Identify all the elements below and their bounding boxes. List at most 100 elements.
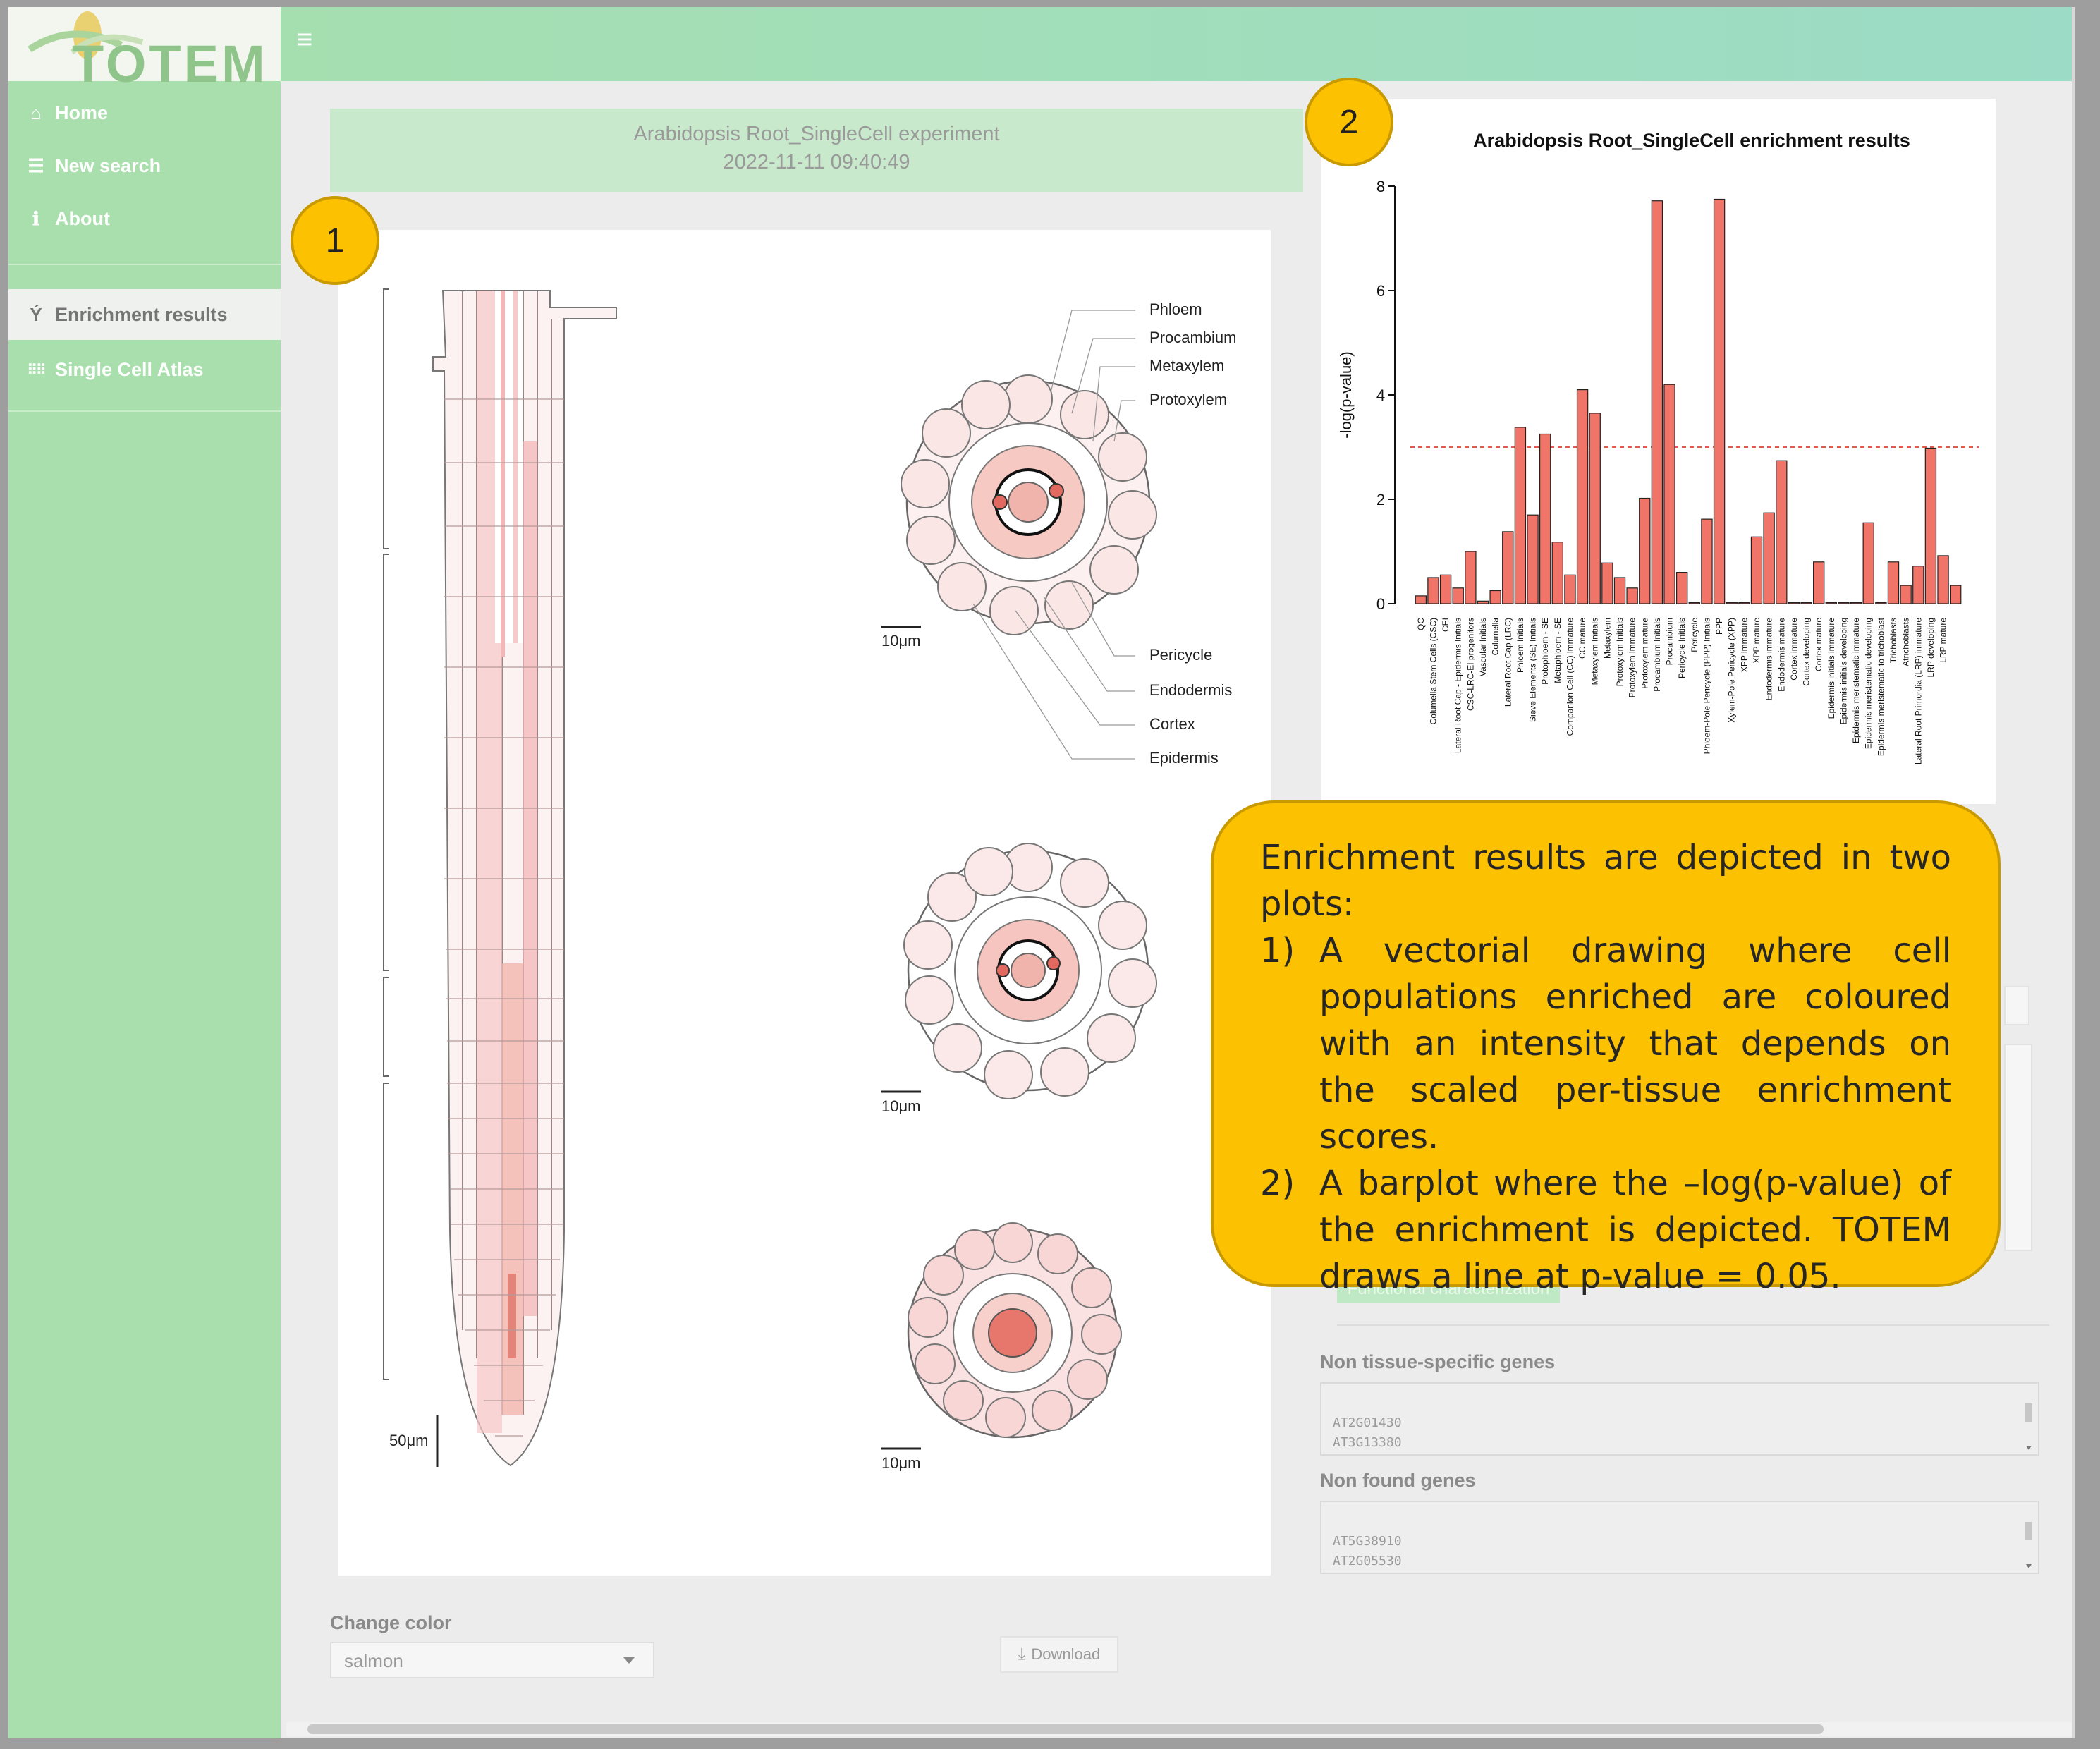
sidebar-item-label: Single Cell Atlas bbox=[55, 358, 204, 380]
label-phloem: Phloem bbox=[1149, 300, 1202, 318]
gene-id: AT5G38910 bbox=[1333, 1534, 1402, 1549]
dropdown-caret-box[interactable] bbox=[2004, 986, 2029, 1025]
bar bbox=[1912, 566, 1924, 604]
chart-bars bbox=[1415, 198, 1962, 604]
x-tick-label: LRP mature bbox=[1939, 618, 1948, 663]
x-tick-label: Cortex mature bbox=[1814, 618, 1824, 671]
x-tick-label: Phloem Initials bbox=[1515, 618, 1525, 673]
x-tick-label: Protoxylem immature bbox=[1628, 618, 1637, 698]
non-found-genes-box[interactable]: AT5G38910 AT2G05530 bbox=[1320, 1501, 2039, 1574]
chevron-down-icon bbox=[623, 1657, 635, 1664]
bar bbox=[1924, 447, 1937, 604]
textarea-scrollbar[interactable] bbox=[2022, 1505, 2035, 1570]
scale-bar-cross-label: 10μm bbox=[881, 1454, 921, 1472]
x-tick-label: CSC-LRC-EI progenitors bbox=[1465, 618, 1475, 711]
horizontal-scroll-thumb[interactable] bbox=[307, 1724, 1824, 1734]
x-tick-label: Lateral Root Primordia (LRP) immature bbox=[1913, 618, 1923, 764]
sidebar-divider bbox=[8, 264, 281, 265]
bar bbox=[1589, 413, 1601, 604]
x-tick-label: CC mature bbox=[1577, 618, 1587, 659]
cross-section-upper bbox=[881, 374, 1157, 635]
bar bbox=[1601, 562, 1613, 604]
bar bbox=[1726, 602, 1738, 604]
sidebar-item-single-cell-atlas[interactable]: ⠿⠿ Single Cell Atlas bbox=[8, 348, 281, 391]
gene-id: AT2G05530 bbox=[1333, 1554, 1402, 1568]
x-tick-label: Epidermis meristematic immature bbox=[1851, 618, 1861, 743]
bar bbox=[1738, 602, 1750, 604]
x-tick-label: XPP mature bbox=[1752, 618, 1762, 664]
bar bbox=[1776, 460, 1788, 604]
label-epidermis: Epidermis bbox=[1149, 749, 1219, 767]
bar bbox=[1564, 574, 1576, 604]
sidebar-item-label: About bbox=[55, 207, 110, 229]
root-drawing bbox=[383, 288, 1157, 1467]
x-tick-label: Protoxylem Initials bbox=[1615, 618, 1625, 686]
bar bbox=[1675, 571, 1688, 604]
grid-icon: ⠿⠿ bbox=[27, 362, 46, 378]
sidebar-item-new-search[interactable]: ☰ New search bbox=[8, 145, 281, 187]
non-tissue-specific-label: Non tissue-specific genes bbox=[1320, 1351, 1556, 1372]
x-tick-label: Phloem-Pole Pericycle (PPP) Initials bbox=[1702, 618, 1711, 754]
vertical-scrollbar[interactable] bbox=[2072, 7, 2075, 1738]
scale-bar-cross-label: 10μm bbox=[881, 632, 921, 650]
logo: TOTEM bbox=[8, 7, 281, 93]
bar bbox=[1639, 497, 1651, 604]
textarea-scroll[interactable] bbox=[2004, 1044, 2032, 1251]
section-divider bbox=[1337, 1324, 2049, 1326]
x-tick-label: Pericycle Initials bbox=[1677, 618, 1687, 678]
x-tick-label: Metaxylem bbox=[1602, 618, 1612, 659]
bar bbox=[1937, 555, 1949, 604]
x-tick-label: Trichoblasts bbox=[1888, 618, 1898, 663]
cross-section-middle bbox=[881, 843, 1157, 1099]
label-pericycle: Pericycle bbox=[1149, 646, 1213, 664]
bar bbox=[1763, 512, 1775, 604]
y-tick-label: 6 bbox=[1376, 282, 1385, 300]
logo-text: TOTEM bbox=[72, 35, 268, 93]
database-icon: ☰ bbox=[28, 154, 44, 176]
sidebar-item-enrichment-results[interactable]: Ý Enrichment results bbox=[8, 289, 281, 340]
sidebar-item-about[interactable]: ℹ About bbox=[8, 197, 281, 240]
y-tick-label: 4 bbox=[1376, 386, 1385, 404]
bar bbox=[1626, 587, 1638, 604]
label-endodermis: Endodermis bbox=[1149, 681, 1233, 699]
badge-one: 1 bbox=[291, 196, 379, 285]
scale-bar-cross-label: 10μm bbox=[881, 1097, 921, 1115]
textarea-scrollbar[interactable] bbox=[2022, 1387, 2035, 1451]
bar bbox=[1875, 602, 1887, 604]
x-tick-label: Epidermis initials developing bbox=[1838, 618, 1848, 724]
non-found-genes-label: Non found genes bbox=[1320, 1470, 1476, 1491]
x-tick-label: Epidermis meristematic developing bbox=[1864, 618, 1874, 749]
bar bbox=[1900, 585, 1912, 604]
non-tissue-specific-genes-box[interactable]: AT2G01430 AT3G13380 bbox=[1320, 1382, 2039, 1456]
y-tick-label: 0 bbox=[1376, 595, 1385, 613]
bar bbox=[1576, 389, 1589, 604]
bar bbox=[1452, 587, 1464, 604]
y-tick-label: 2 bbox=[1376, 491, 1385, 508]
x-tick-label: LRP developing bbox=[1926, 618, 1936, 678]
bar bbox=[1949, 585, 1962, 604]
label-cortex: Cortex bbox=[1149, 715, 1195, 733]
download-button[interactable]: ⤓ Download bbox=[1000, 1636, 1118, 1673]
bar bbox=[1788, 602, 1800, 604]
x-tick-label: Atrichoblasts bbox=[1901, 618, 1911, 666]
scale-bar-long-label: 50μm bbox=[389, 1432, 429, 1449]
x-tick-label: Companion Cell (CC) immature bbox=[1565, 618, 1575, 736]
app-window: TOTEM ⌂ Home ☰ New search ℹ About Ý Enri… bbox=[8, 7, 2075, 1738]
home-icon: ⌂ bbox=[30, 102, 42, 123]
bar bbox=[1613, 577, 1626, 604]
bar bbox=[1825, 602, 1838, 604]
bar bbox=[1527, 514, 1539, 604]
x-tick-label: CEI bbox=[1441, 618, 1451, 632]
sidebar-item-home[interactable]: ⌂ Home bbox=[8, 92, 281, 134]
top-header: ≡ bbox=[281, 7, 2075, 81]
sidebar-item-label: Home bbox=[55, 102, 109, 123]
color-select[interactable]: salmon bbox=[330, 1642, 654, 1678]
hamburger-menu-icon[interactable]: ≡ bbox=[296, 24, 312, 56]
y-tick-label: 8 bbox=[1376, 178, 1385, 195]
horizontal-scrollbar[interactable] bbox=[286, 1722, 2075, 1736]
x-tick-label: Protophloem - SE bbox=[1540, 618, 1550, 685]
bar bbox=[1551, 542, 1564, 604]
experiment-info-box: Arabidopsis Root_SingleCell experiment 2… bbox=[330, 109, 1303, 192]
x-tick-label: Columella Stem Cells (CSC) bbox=[1428, 618, 1438, 724]
x-tick-label: Cortex developing bbox=[1802, 618, 1812, 686]
